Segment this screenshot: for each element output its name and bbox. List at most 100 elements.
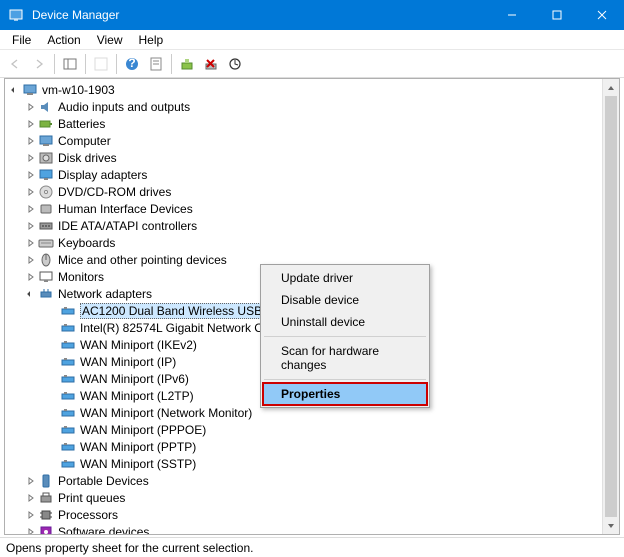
- menu-file[interactable]: File: [4, 32, 39, 48]
- menu-action[interactable]: Action: [39, 32, 88, 48]
- expand-arrow-icon[interactable]: [25, 101, 37, 113]
- tree-category[interactable]: Processors: [5, 506, 619, 523]
- ctx-disable-device[interactable]: Disable device: [263, 289, 427, 311]
- menu-view[interactable]: View: [89, 32, 131, 48]
- tree-category[interactable]: Audio inputs and outputs: [5, 98, 619, 115]
- vertical-scrollbar[interactable]: [602, 79, 619, 534]
- computer-icon: [22, 82, 38, 98]
- back-button[interactable]: [4, 53, 26, 75]
- tree-category-label: Processors: [58, 508, 118, 522]
- svg-text:?: ?: [128, 57, 135, 70]
- expand-arrow-icon[interactable]: [25, 118, 37, 130]
- expand-arrow-icon[interactable]: [25, 237, 37, 249]
- sw-icon: [38, 524, 54, 536]
- ide-icon: [38, 218, 54, 234]
- tree-category-label: Mice and other pointing devices: [58, 253, 227, 267]
- status-bar: Opens property sheet for the current sel…: [0, 537, 624, 557]
- forward-button[interactable]: [28, 53, 50, 75]
- help-button[interactable]: ?: [121, 53, 143, 75]
- tree-root[interactable]: vm-w10-1903: [5, 81, 619, 98]
- printer-icon: [38, 490, 54, 506]
- window-title: Device Manager: [32, 8, 489, 22]
- ctx-properties[interactable]: Properties: [263, 383, 427, 405]
- expand-arrow-icon[interactable]: [25, 475, 37, 487]
- tree-category[interactable]: Display adapters: [5, 166, 619, 183]
- expand-arrow-icon[interactable]: [9, 84, 21, 96]
- update-driver-button[interactable]: [176, 53, 198, 75]
- cpu-icon: [38, 507, 54, 523]
- status-text: Opens property sheet for the current sel…: [6, 541, 253, 555]
- tree-category[interactable]: Keyboards: [5, 234, 619, 251]
- toolbar-separator: [54, 54, 55, 74]
- expand-arrow-icon[interactable]: [25, 135, 37, 147]
- expand-arrow-icon[interactable]: [25, 271, 37, 283]
- tree-device-label: WAN Miniport (Network Monitor): [80, 406, 252, 420]
- tree-category[interactable]: Portable Devices: [5, 472, 619, 489]
- tree-category[interactable]: Print queues: [5, 489, 619, 506]
- expand-arrow-icon[interactable]: [25, 220, 37, 232]
- scroll-up-icon[interactable]: [603, 79, 619, 96]
- menu-help[interactable]: Help: [131, 32, 172, 48]
- maximize-button[interactable]: [534, 0, 579, 30]
- show-hide-button[interactable]: [59, 53, 81, 75]
- mouse-icon: [38, 252, 54, 268]
- expand-arrow-icon[interactable]: [25, 254, 37, 266]
- nic-icon: [60, 303, 76, 319]
- expand-arrow-icon[interactable]: [25, 152, 37, 164]
- expand-arrow-icon[interactable]: [25, 288, 37, 300]
- tree-category-label: Keyboards: [58, 236, 115, 250]
- tree-device-label: WAN Miniport (IP): [80, 355, 176, 369]
- title-bar: Device Manager: [0, 0, 624, 30]
- nic-icon: [60, 456, 76, 472]
- minimize-button[interactable]: [489, 0, 534, 30]
- expand-arrow-icon[interactable]: [25, 526, 37, 536]
- ctx-scan-hardware[interactable]: Scan for hardware changes: [263, 340, 427, 376]
- tree-category[interactable]: IDE ATA/ATAPI controllers: [5, 217, 619, 234]
- tree-category-label: Print queues: [58, 491, 125, 505]
- tree-category-label: Portable Devices: [58, 474, 149, 488]
- toolbar-separator: [116, 54, 117, 74]
- tree-category-label: Software devices: [58, 525, 149, 536]
- expand-arrow-icon[interactable]: [25, 492, 37, 504]
- menu-bar: File Action View Help: [0, 30, 624, 50]
- display-icon: [38, 167, 54, 183]
- expand-arrow-icon[interactable]: [25, 186, 37, 198]
- context-menu-separator: [264, 379, 426, 380]
- tree-category-label: Monitors: [58, 270, 104, 284]
- scrollbar-thumb[interactable]: [605, 96, 617, 517]
- expand-arrow-icon[interactable]: [25, 169, 37, 181]
- tree-device[interactable]: WAN Miniport (SSTP): [5, 455, 619, 472]
- scan-hardware-button[interactable]: [224, 53, 246, 75]
- properties-button[interactable]: [145, 53, 167, 75]
- toolbar-button[interactable]: [90, 53, 112, 75]
- toolbar-separator: [85, 54, 86, 74]
- tree-category-label: Disk drives: [58, 151, 117, 165]
- tree-device-label: WAN Miniport (SSTP): [80, 457, 196, 471]
- scroll-down-icon[interactable]: [603, 517, 619, 534]
- tree-category-label: Computer: [58, 134, 111, 148]
- tree-device[interactable]: WAN Miniport (PPPOE): [5, 421, 619, 438]
- close-button[interactable]: [579, 0, 624, 30]
- nic-icon: [60, 405, 76, 421]
- net-icon: [38, 286, 54, 302]
- scrollbar-track[interactable]: [603, 96, 619, 517]
- tree-device[interactable]: WAN Miniport (PPTP): [5, 438, 619, 455]
- tree-device-label: WAN Miniport (L2TP): [80, 389, 194, 403]
- tree-category-label: IDE ATA/ATAPI controllers: [58, 219, 197, 233]
- tree-category[interactable]: DVD/CD-ROM drives: [5, 183, 619, 200]
- expand-arrow-icon[interactable]: [25, 509, 37, 521]
- tree-category[interactable]: Disk drives: [5, 149, 619, 166]
- battery-icon: [38, 116, 54, 132]
- ctx-uninstall-device[interactable]: Uninstall device: [263, 311, 427, 333]
- tree-device-label: WAN Miniport (IPv6): [80, 372, 189, 386]
- tree-category[interactable]: Software devices: [5, 523, 619, 535]
- tree-category[interactable]: Computer: [5, 132, 619, 149]
- monitor-icon: [38, 269, 54, 285]
- tree-category[interactable]: Batteries: [5, 115, 619, 132]
- nic-icon: [60, 337, 76, 353]
- uninstall-button[interactable]: [200, 53, 222, 75]
- context-menu-separator: [264, 336, 426, 337]
- ctx-update-driver[interactable]: Update driver: [263, 267, 427, 289]
- expand-arrow-icon[interactable]: [25, 203, 37, 215]
- tree-category[interactable]: Human Interface Devices: [5, 200, 619, 217]
